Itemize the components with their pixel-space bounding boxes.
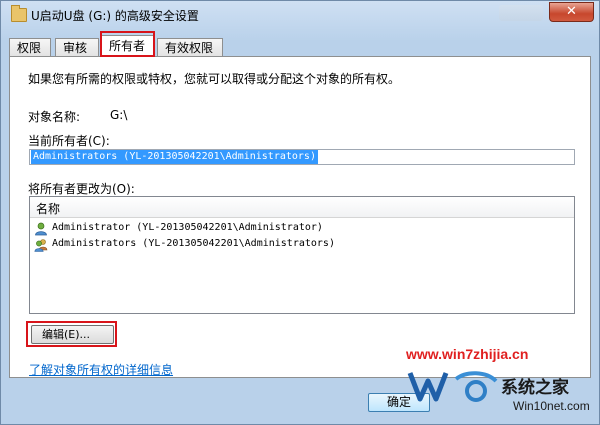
list-item[interactable]: Administrator (YL-201305042201\Administr… bbox=[32, 221, 572, 237]
owner-tab-highlight bbox=[100, 31, 155, 57]
owner-list[interactable]: 名称 Administrator (YL-201305042201\Admini… bbox=[29, 196, 575, 314]
minimize-button[interactable] bbox=[499, 5, 543, 21]
watermark-brand: 系统之家 bbox=[501, 378, 569, 398]
user-icon bbox=[35, 222, 47, 236]
watermark-site: www.win7zhijia.cn bbox=[406, 346, 529, 362]
intro-text: 如果您有所需的权限或特权，您就可以取得或分配这个对象的所有权。 bbox=[28, 72, 401, 86]
owner-name: Administrators (YL-201305042201\Administ… bbox=[52, 238, 335, 249]
current-owner-value: Administrators (YL-201305042201\Administ… bbox=[31, 150, 318, 164]
tab-effective-permissions[interactable]: 有效权限 bbox=[157, 38, 223, 56]
user-group-icon bbox=[34, 239, 48, 252]
list-item[interactable]: Administrators (YL-201305042201\Administ… bbox=[32, 237, 572, 253]
window-title: U启动U盘 (G:) 的高级安全设置 bbox=[31, 9, 199, 23]
title-bar[interactable]: U启动U盘 (G:) 的高级安全设置 ✕ bbox=[1, 1, 599, 29]
object-name-value: G:\ bbox=[110, 108, 128, 122]
owner-name: Administrator (YL-201305042201\Administr… bbox=[52, 222, 323, 233]
watermark-sub: Win10net.com bbox=[513, 399, 590, 413]
tab-auditing[interactable]: 审核 bbox=[55, 38, 99, 56]
current-owner-field[interactable]: Administrators (YL-201305042201\Administ… bbox=[29, 149, 575, 165]
tab-permissions[interactable]: 权限 bbox=[9, 38, 51, 56]
ownership-help-link[interactable]: 了解对象所有权的详细信息 bbox=[29, 361, 173, 378]
change-owner-label: 将所有者更改为(O): bbox=[28, 182, 135, 196]
edit-button-highlight bbox=[26, 321, 117, 347]
windows-logo-icon bbox=[407, 371, 498, 402]
advanced-security-window: U启动U盘 (G:) 的高级安全设置 ✕ 权限 审核 所有者 有效权限 如果您有… bbox=[0, 0, 600, 425]
current-owner-label: 当前所有者(C): bbox=[28, 134, 110, 148]
list-header-label: 名称 bbox=[36, 202, 61, 216]
drive-folder-icon bbox=[11, 5, 27, 22]
object-name-label: 对象名称: bbox=[28, 110, 81, 124]
list-header-name[interactable]: 名称 bbox=[30, 197, 574, 218]
close-button[interactable]: ✕ bbox=[549, 2, 594, 22]
